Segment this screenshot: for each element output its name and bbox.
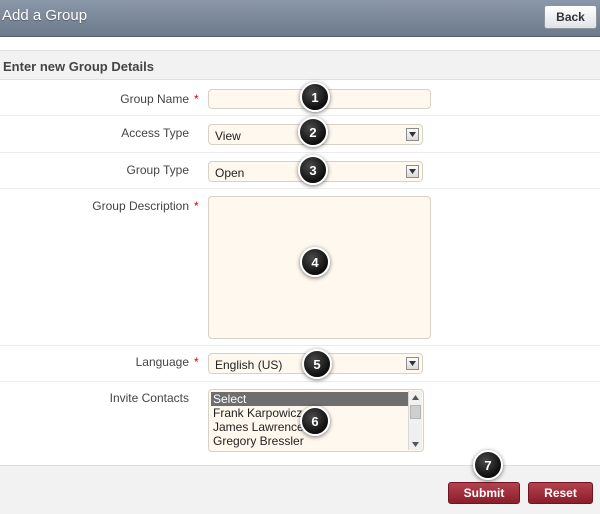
group-type-label: Group Type [126, 163, 189, 177]
scroll-down-icon[interactable] [409, 438, 422, 450]
access-type-value: View [215, 129, 241, 143]
callout-badge-4: 4 [300, 247, 330, 277]
list-item[interactable]: Gregory Bressler [211, 434, 408, 448]
submit-button[interactable]: Submit [448, 482, 520, 504]
form-row-language: Language * English (US) [0, 346, 600, 382]
scrollbar[interactable] [408, 391, 422, 450]
access-type-label: Access Type [121, 126, 189, 140]
group-type-value: Open [215, 166, 245, 180]
callout-badge-5: 5 [302, 349, 332, 379]
list-item[interactable]: Select [211, 392, 408, 406]
chevron-down-icon[interactable] [406, 357, 419, 370]
page-title: Add a Group [2, 7, 88, 24]
spacer [0, 38, 600, 50]
required-marker: * [194, 199, 199, 213]
language-value: English (US) [215, 358, 283, 372]
invite-contacts-label: Invite Contacts [109, 391, 189, 405]
group-name-label: Group Name [120, 92, 189, 106]
top-bar: Add a Group Back [0, 0, 600, 37]
required-marker: * [194, 92, 199, 106]
required-marker: * [194, 355, 199, 369]
callout-badge-1: 1 [300, 82, 330, 112]
scrollbar-thumb[interactable] [410, 405, 421, 419]
chevron-down-icon[interactable] [406, 128, 419, 141]
reset-button[interactable]: Reset [528, 482, 593, 504]
callout-badge-7: 7 [473, 450, 503, 480]
scroll-up-icon[interactable] [409, 391, 422, 403]
section-title: Enter new Group Details [3, 59, 154, 74]
group-description-label: Group Description [92, 199, 189, 213]
callout-badge-6: 6 [300, 406, 330, 436]
callout-badge-3: 3 [298, 155, 328, 185]
language-label: Language [135, 355, 189, 369]
chevron-down-icon[interactable] [406, 165, 419, 178]
section-header: Enter new Group Details [0, 50, 600, 80]
back-button[interactable]: Back [544, 5, 597, 29]
callout-badge-2: 2 [298, 117, 328, 147]
